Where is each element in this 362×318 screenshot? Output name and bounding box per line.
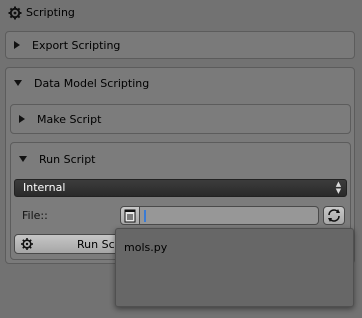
gear-icon — [8, 6, 22, 20]
run-script-header[interactable]: Run Script — [11, 143, 350, 175]
file-suggestions-popup: mols.py — [115, 228, 354, 307]
text-block-button[interactable] — [120, 206, 140, 225]
updown-arrows-icon: ▲ ▼ — [335, 180, 342, 195]
make-script-label: Make Script — [37, 112, 102, 126]
export-scripting-label: Export Scripting — [32, 38, 121, 52]
make-script-header[interactable]: Make Script — [11, 105, 350, 133]
gear-icon — [21, 238, 33, 250]
export-scripting-panel[interactable]: Export Scripting — [5, 31, 355, 59]
file-input[interactable] — [140, 206, 319, 225]
export-scripting-header[interactable]: Export Scripting — [6, 32, 354, 58]
run-script-button-label: Run Scr — [77, 238, 120, 251]
data-model-scripting-header[interactable]: Data Model Scripting — [6, 68, 354, 98]
reload-button[interactable] — [323, 206, 345, 225]
text-cursor — [144, 210, 146, 222]
make-script-panel[interactable]: Make Script — [10, 104, 351, 134]
script-source-select[interactable]: Internal ▲ ▼ — [14, 179, 347, 197]
text-document-icon — [124, 209, 136, 223]
collapse-down-icon — [14, 80, 22, 86]
expand-right-icon — [14, 41, 20, 49]
data-model-scripting-label: Data Model Scripting — [34, 76, 150, 90]
suggestion-item[interactable]: mols.py — [124, 241, 167, 254]
run-script-label: Run Script — [39, 152, 96, 166]
panel-title: Scripting — [26, 6, 75, 19]
collapse-down-icon — [19, 156, 27, 162]
refresh-icon — [328, 209, 340, 222]
script-source-value: Internal — [23, 181, 66, 194]
file-label: File:: — [22, 209, 48, 222]
expand-right-icon — [19, 115, 25, 123]
